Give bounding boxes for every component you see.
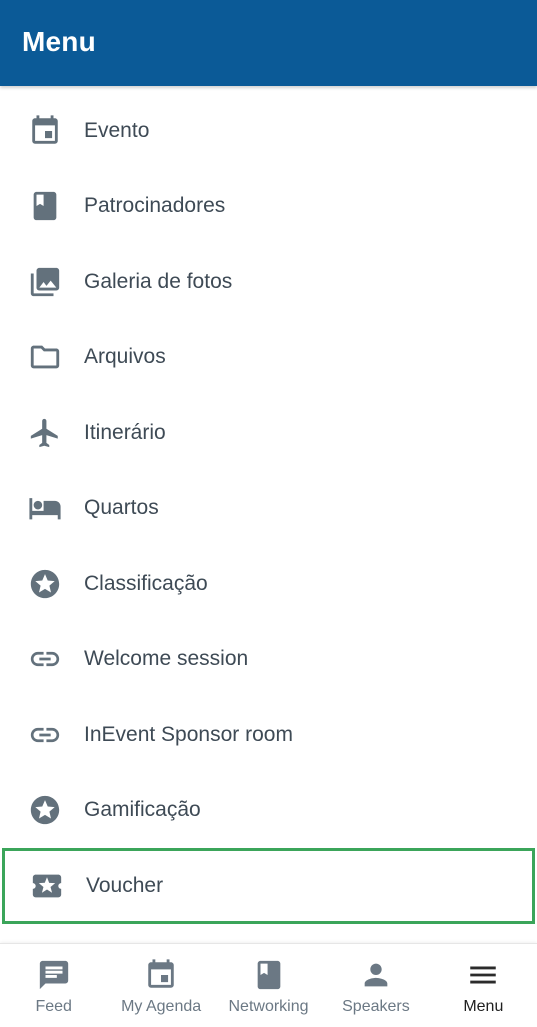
page-title: Menu [22, 26, 96, 57]
menu-list: Evento Patrocinadores Galeria de fotos A… [0, 93, 537, 924]
menu-item-label: Welcome session [84, 647, 249, 671]
nav-item-networking[interactable]: Networking [215, 944, 322, 1027]
app-bar: Menu [0, 0, 537, 86]
nav-item-my-agenda[interactable]: My Agenda [107, 944, 214, 1027]
book-icon [28, 189, 62, 223]
menu-item-label: Arquivos [84, 345, 166, 369]
nav-item-menu[interactable]: Menu [430, 944, 537, 1027]
menu-item-evento[interactable]: Evento [0, 93, 537, 169]
menu-item-arquivos[interactable]: Arquivos [0, 320, 537, 396]
menu-item-label: InEvent Sponsor room [84, 722, 293, 746]
menu-item-label: Quartos [84, 496, 159, 520]
book-icon [252, 958, 286, 992]
menu-item-classificacao[interactable]: Classificação [0, 546, 537, 622]
folder-icon [28, 340, 62, 374]
nav-label: Speakers [342, 998, 410, 1015]
link-icon [28, 642, 62, 676]
feed-icon [37, 958, 71, 992]
menu-item-welcome-session[interactable]: Welcome session [0, 622, 537, 698]
menu-item-patrocinadores[interactable]: Patrocinadores [0, 169, 537, 245]
menu-item-label: Evento [84, 118, 150, 142]
photo-library-icon [28, 265, 62, 299]
nav-label: Feed [35, 998, 72, 1015]
nav-label: Menu [463, 998, 504, 1015]
bottom-navigation: Feed My Agenda Networking Speakers Menu [0, 943, 537, 1027]
menu-item-label: Patrocinadores [84, 194, 226, 218]
nav-label: My Agenda [121, 998, 202, 1015]
hamburger-icon [466, 958, 500, 992]
link-icon [28, 718, 62, 752]
nav-label: Networking [228, 998, 309, 1015]
menu-item-label: Gamificação [84, 798, 201, 822]
menu-item-label: Classificação [84, 571, 208, 595]
ticket-icon [30, 869, 64, 903]
menu-item-gamificacao[interactable]: Gamificação [0, 773, 537, 849]
bed-icon [28, 491, 62, 525]
nav-item-feed[interactable]: Feed [0, 944, 107, 1027]
menu-item-itinerario[interactable]: Itinerário [0, 395, 537, 471]
menu-item-label: Galeria de fotos [84, 269, 233, 293]
calendar-icon [144, 958, 178, 992]
airplane-icon [28, 416, 62, 450]
menu-item-label: Itinerário [84, 420, 166, 444]
person-icon [359, 958, 393, 992]
calendar-icon [28, 114, 62, 148]
menu-item-quartos[interactable]: Quartos [0, 471, 537, 547]
menu-item-voucher[interactable]: Voucher [2, 848, 535, 924]
menu-item-inevent-sponsor-room[interactable]: InEvent Sponsor room [0, 697, 537, 773]
nav-item-speakers[interactable]: Speakers [322, 944, 429, 1027]
menu-item-label: Voucher [86, 873, 164, 897]
menu-item-galeria-de-fotos[interactable]: Galeria de fotos [0, 244, 537, 320]
star-circle-icon [28, 793, 62, 827]
star-circle-icon [28, 567, 62, 601]
